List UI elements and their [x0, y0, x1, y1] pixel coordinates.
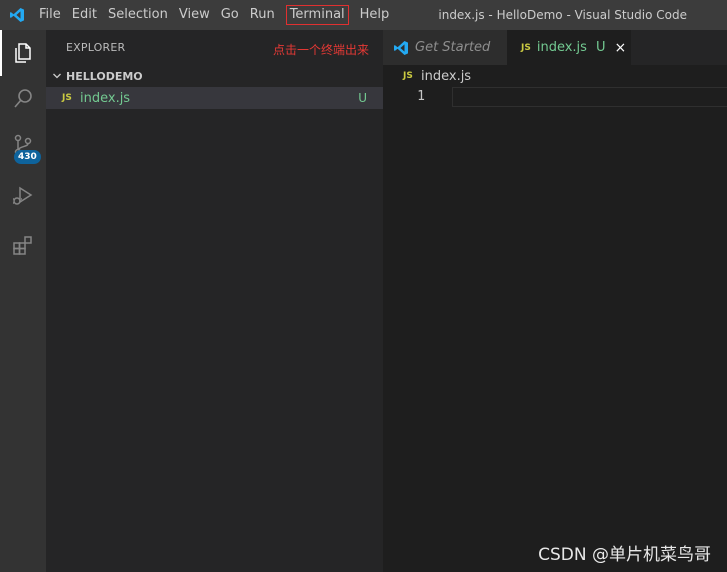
js-file-icon: JS [403, 71, 413, 81]
line-number: 1 [417, 89, 425, 104]
folder-section[interactable]: HELLODEMO [46, 65, 383, 87]
explorer-sidebar: EXPLORER 点击一个终端出来 HELLODEMO JS index.js … [46, 30, 383, 572]
tab-bar: Get Started JS index.js U × [383, 30, 727, 65]
menu-selection[interactable]: Selection [103, 0, 173, 30]
menu-terminal[interactable]: Terminal [281, 0, 354, 30]
file-name: index.js [80, 90, 131, 106]
git-status-untracked: U [595, 40, 606, 55]
search-icon[interactable] [0, 76, 46, 122]
annotation-text: 点击一个终端出来 [273, 43, 370, 57]
window-title: index.js - HelloDemo - Visual Studio Cod… [438, 8, 687, 22]
tab-index-js[interactable]: JS index.js U × [507, 30, 631, 65]
js-file-icon: JS [62, 93, 72, 103]
menu-file[interactable]: File [34, 0, 66, 30]
folder-name: HELLODEMO [66, 69, 143, 83]
title-bar: File Edit Selection View Go Run Terminal… [0, 0, 727, 30]
editor-area: Get Started JS index.js U × JS index.js … [383, 30, 727, 572]
file-item[interactable]: JS index.js U [46, 87, 383, 109]
vscode-tab-icon [393, 40, 409, 56]
tab-label: Get Started [415, 40, 491, 55]
run-debug-icon[interactable] [0, 173, 46, 219]
explorer-icon[interactable] [0, 30, 46, 76]
vscode-logo-icon [0, 0, 34, 30]
scm-badge: 430 [14, 150, 41, 164]
tab-label: index.js [536, 40, 587, 55]
git-status-untracked: U [358, 91, 367, 105]
js-file-icon: JS [521, 42, 531, 53]
breadcrumb-file: index.js [421, 68, 472, 84]
extensions-icon[interactable] [0, 222, 46, 268]
close-icon[interactable]: × [614, 40, 626, 56]
menu-run[interactable]: Run [245, 0, 280, 30]
tab-get-started[interactable]: Get Started [383, 30, 507, 65]
menu-go[interactable]: Go [216, 0, 244, 30]
menu-help[interactable]: Help [355, 0, 395, 30]
menu-view[interactable]: View [174, 0, 215, 30]
watermark: CSDN @单片机菜鸟哥 [538, 545, 711, 565]
breadcrumb[interactable]: JS index.js [383, 65, 727, 87]
current-line-highlight [452, 87, 727, 107]
menu-bar: File Edit Selection View Go Run Terminal… [34, 0, 395, 30]
menu-edit[interactable]: Edit [67, 0, 102, 30]
chevron-down-icon [52, 71, 64, 81]
activity-bar: 430 [0, 30, 46, 572]
code-line[interactable]: 1 [383, 87, 727, 107]
